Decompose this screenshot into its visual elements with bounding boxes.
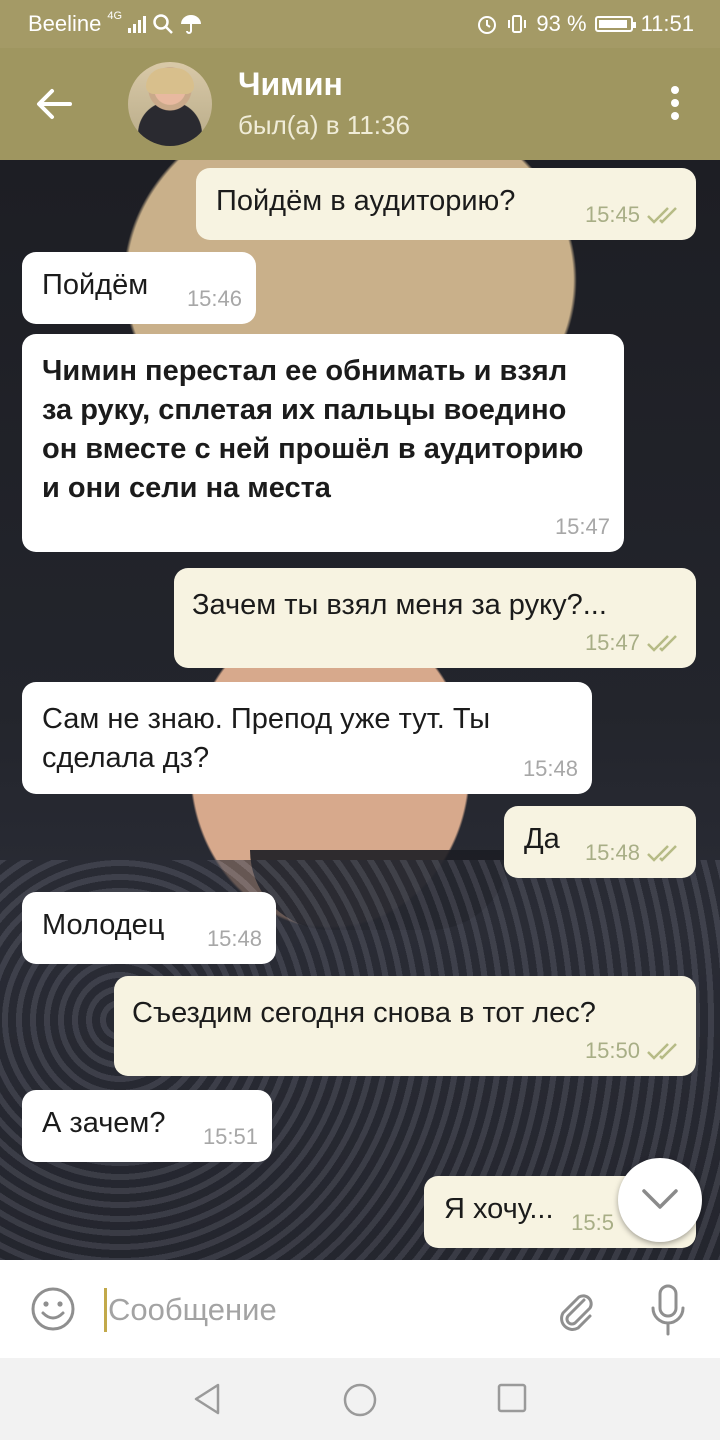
- message-time: 15:47: [584, 630, 640, 655]
- message-text: Сам не знаю. Препод уже тут. Ты сделала …: [42, 703, 491, 774]
- contact-last-seen: был(а) в 11:36: [238, 110, 410, 140]
- emoji-icon[interactable]: [30, 1286, 76, 1332]
- scroll-to-bottom-button[interactable]: [618, 1158, 702, 1242]
- clock: 11:51: [640, 11, 694, 36]
- message-time: 15:50: [584, 1038, 640, 1063]
- message-outgoing[interactable]: Да 15:48: [504, 806, 696, 878]
- more-options-icon[interactable]: [670, 86, 680, 126]
- nav-home-icon[interactable]: [342, 1382, 378, 1418]
- contact-name[interactable]: Чимин: [238, 66, 343, 103]
- vibrate-icon: [508, 15, 527, 33]
- back-arrow-icon[interactable]: [32, 82, 76, 126]
- status-bar: Beeline 4G 93 % 11:51: [0, 0, 720, 48]
- message-time: 15:48: [584, 840, 640, 865]
- chevron-down-icon: [642, 1189, 678, 1209]
- chat-area[interactable]: Пойдём в аудиторию? 15:45 Пойдём 15:46 Ч…: [0, 160, 720, 1260]
- message-text: Чимин перестал ее обнимать и взял за рук…: [42, 355, 584, 504]
- message-time: 15:47: [554, 514, 610, 539]
- message-text: Зачем ты взял меня за руку?...: [192, 589, 607, 621]
- battery-percent: 93 %: [536, 11, 587, 36]
- message-composer: [0, 1260, 720, 1358]
- umbrella-icon: [181, 15, 202, 34]
- message-incoming[interactable]: Молодец 15:48: [22, 892, 276, 964]
- alarm-icon: [478, 16, 497, 34]
- network-type: 4G: [107, 10, 123, 22]
- carrier-name: Beeline: [28, 11, 102, 36]
- message-time: 15:46: [186, 286, 242, 311]
- chat-header: Чимин был(а) в 11:36: [0, 48, 720, 160]
- nav-recent-apps-icon[interactable]: [496, 1382, 528, 1414]
- message-time: 15:5: [571, 1210, 614, 1235]
- microphone-icon[interactable]: [648, 1284, 688, 1336]
- message-incoming[interactable]: Пойдём 15:46: [22, 252, 256, 324]
- message-text: Съездим сегодня снова в тот лес?: [132, 997, 596, 1029]
- search-icon: [153, 14, 173, 34]
- text-caret: [104, 1288, 107, 1332]
- nav-back-icon[interactable]: [190, 1382, 224, 1416]
- message-input[interactable]: [108, 1286, 528, 1334]
- message-time: 15:48: [522, 756, 578, 781]
- double-check-icon: [647, 844, 677, 862]
- double-check-icon: [647, 206, 677, 224]
- message-incoming[interactable]: А зачем? 15:51: [22, 1090, 272, 1162]
- message-incoming[interactable]: Чимин перестал ее обнимать и взял за рук…: [22, 334, 624, 552]
- message-outgoing[interactable]: Съездим сегодня снова в тот лес? 15:50: [114, 976, 696, 1076]
- message-outgoing[interactable]: Пойдём в аудиторию? 15:45: [196, 168, 696, 240]
- double-check-icon: [647, 634, 677, 652]
- message-time: 15:45: [584, 202, 640, 227]
- signal-icon: [128, 15, 147, 33]
- message-time: 15:48: [206, 926, 262, 951]
- paperclip-icon[interactable]: [554, 1288, 598, 1332]
- message-outgoing[interactable]: Зачем ты взял меня за руку?... 15:47: [174, 568, 696, 668]
- system-nav-bar: [0, 1358, 720, 1440]
- message-incoming[interactable]: Сам не знаю. Препод уже тут. Ты сделала …: [22, 682, 592, 794]
- double-check-icon: [647, 1042, 677, 1060]
- message-time: 15:51: [202, 1124, 258, 1149]
- battery-icon: [594, 16, 636, 32]
- contact-avatar[interactable]: [128, 62, 212, 146]
